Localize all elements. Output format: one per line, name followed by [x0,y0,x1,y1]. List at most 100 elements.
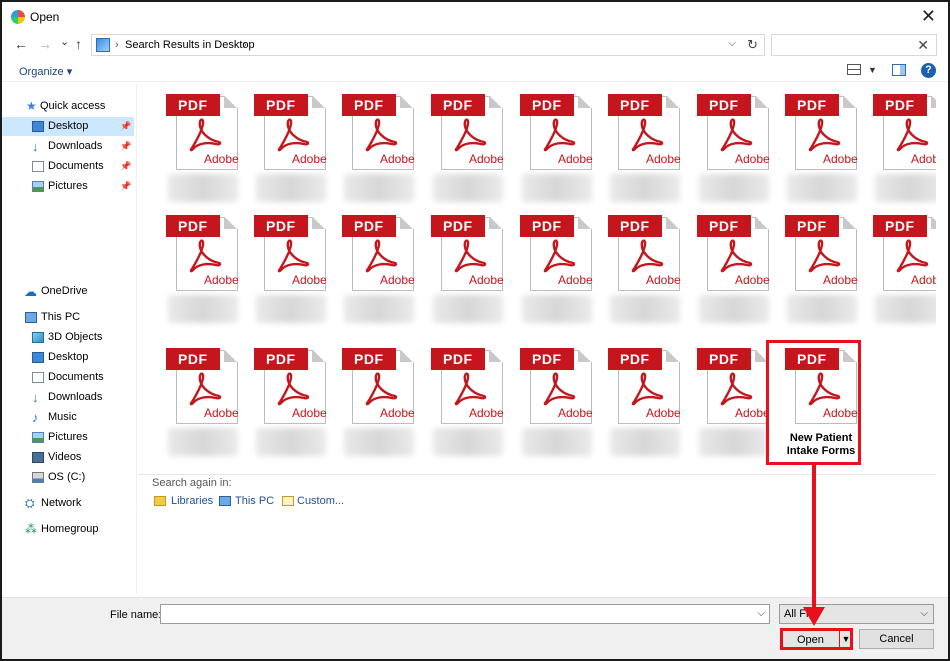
back-button[interactable]: ← [14,36,28,52]
breadcrumb-separator[interactable]: › [115,39,119,51]
breadcrumb-search-results[interactable]: Search Results in Desktop [125,39,255,51]
page-fold [224,350,238,362]
search-input[interactable]: ✕ [771,34,937,56]
acrobat-logo-icon [189,239,222,273]
sidebar-item-videos[interactable]: Videos [2,448,134,467]
sidebar-item-pc-documents[interactable]: Documents [2,368,134,387]
sidebar-item-quick-access[interactable]: ★ Quick access [2,97,134,116]
file-name-input[interactable]: ⌵ [160,604,770,624]
search-custom-link[interactable]: Custom... [297,495,344,507]
close-button[interactable]: ✕ [921,6,936,26]
pdf-file-item[interactable]: PDF Adobe [240,338,328,458]
sidebar-item-pc-desktop[interactable]: Desktop [2,348,134,367]
sidebar-item-pc-pictures[interactable]: Pictures [2,428,134,447]
open-button[interactable]: Open ▼ [780,628,853,650]
file-type-select[interactable]: All File ⌵ [779,604,934,624]
pdf-file-item[interactable]: PDF Adobe [683,205,771,325]
preview-pane-icon[interactable] [892,64,906,76]
pdf-file-item[interactable]: PDF Adobe [683,84,771,204]
music-icon: ♪ [32,410,39,425]
pin-icon: 📌 [120,121,132,131]
sidebar-item-label: Desktop [48,120,89,132]
pdf-label: PDF [166,215,220,237]
address-bar[interactable]: › Search Results in Desktop › ⌵ ↻ [91,34,765,56]
pdf-file-item[interactable]: PDF Adobe [152,338,240,458]
refresh-button[interactable]: ↻ [747,37,758,53]
sidebar-item-desktop[interactable]: Desktop 📌 [2,117,134,136]
pdf-file-item[interactable]: PDF Adobe [771,84,859,204]
sidebar-item-label: Pictures [48,431,88,443]
organize-menu[interactable]: Organize ▾ [19,65,72,78]
chevron-down-icon[interactable]: ⌵ [920,608,928,619]
blurred-file-name [610,428,680,456]
page-fold [931,96,936,108]
up-button[interactable]: ↑ [75,36,82,52]
sidebar-item-music[interactable]: ♪ Music [2,408,134,427]
pdf-file-item[interactable]: PDF Adobe [240,205,328,325]
blurred-file-name [256,295,326,323]
pdf-file-item[interactable]: PDF Adobe [594,205,682,325]
acrobat-logo-icon [720,239,753,273]
pdf-file-item[interactable]: PDF Adobe [506,84,594,204]
help-button[interactable]: ? [921,63,936,78]
pdf-file-item[interactable]: PDF Adobe [506,205,594,325]
sidebar-item-label: Downloads [48,391,103,403]
sidebar-item-onedrive[interactable]: ☁ OneDrive [2,282,134,301]
blurred-file-name [433,428,503,456]
pdf-file-item[interactable]: PDF Adobe [594,338,682,458]
open-split-dropdown[interactable]: ▼ [839,631,852,647]
pdf-file-item[interactable]: PDF Adobe [328,338,416,458]
sidebar-item-downloads[interactable]: ↓ Downloads 📌 [2,137,134,156]
pdf-file-item[interactable]: PDF Adobe [328,205,416,325]
recent-locations-button[interactable]: ⌄ [60,34,69,50]
pdf-label: PDF [342,94,396,116]
adobe-brand-text: Adobe [469,406,504,420]
adobe-brand-text: Adobe [735,406,770,420]
sidebar-item-homegroup[interactable]: ⁂ Homegroup [2,520,134,539]
pdf-file-item[interactable]: PDF Adobe [417,338,505,458]
chevron-down-icon[interactable]: ⌵ [757,608,765,619]
breadcrumb-separator[interactable]: › [243,39,247,51]
pdf-file-item[interactable]: PDF Adobe [594,84,682,204]
blurred-file-name [168,428,238,456]
clear-search-icon[interactable]: ✕ [917,37,929,54]
custom-folder-icon [282,496,294,506]
view-options-dropdown[interactable]: ▼ [868,65,877,75]
page-fold [666,217,680,229]
pdf-label: PDF [254,94,308,116]
chevron-down-icon[interactable]: ⌵ [728,38,736,49]
pdf-file-item[interactable]: PDF Adobe [152,84,240,204]
pdf-file-item[interactable]: PDF Adobe [506,338,594,458]
pdf-file-item[interactable]: PDF Adobe [328,84,416,204]
sidebar-item-documents[interactable]: Documents 📌 [2,157,134,176]
sidebar-item-pc-downloads[interactable]: ↓ Downloads [2,388,134,407]
footer-bar: File name: ⌵ All File ⌵ Open ▼ Cancel [2,597,948,659]
search-folder-icon [96,38,110,52]
blurred-file-name [168,174,238,202]
pdf-file-item[interactable]: PDF Adobe [859,84,936,204]
pdf-file-item[interactable]: PDF Adobe [417,84,505,204]
adobe-brand-text: Adobe [646,152,681,166]
adobe-brand-text: Adobe [204,273,239,287]
pdf-file-item[interactable]: PDF Adobe [240,84,328,204]
change-view-icon[interactable] [847,64,861,75]
pdf-file-item[interactable]: PDF Adobe [417,205,505,325]
pdf-file-item[interactable]: PDF Adobe [683,338,771,458]
pdf-file-item[interactable]: PDF Adobe [152,205,240,325]
search-this-pc-link[interactable]: This PC [235,495,274,507]
computer-icon [25,312,37,323]
search-libraries-link[interactable]: Libraries [171,495,213,507]
sidebar-item-this-pc[interactable]: This PC [2,308,134,327]
cancel-button[interactable]: Cancel [859,629,934,649]
sidebar-item-pictures[interactable]: Pictures 📌 [2,177,134,196]
file-name-label: File name: [110,609,162,621]
sidebar-item-os-drive[interactable]: OS (C:) [2,468,134,487]
pdf-file-item[interactable]: PDF Adobe [859,205,936,325]
forward-button[interactable]: → [38,36,52,52]
sidebar-item-label: Desktop [48,351,89,363]
sidebar-item-network[interactable]: ⛭ Network [2,494,134,513]
pdf-file-item[interactable]: PDF Adobe [771,205,859,325]
pdf-label: PDF [431,348,485,370]
sidebar-item-3d-objects[interactable]: 3D Objects [2,328,134,347]
blurred-file-name [522,295,592,323]
